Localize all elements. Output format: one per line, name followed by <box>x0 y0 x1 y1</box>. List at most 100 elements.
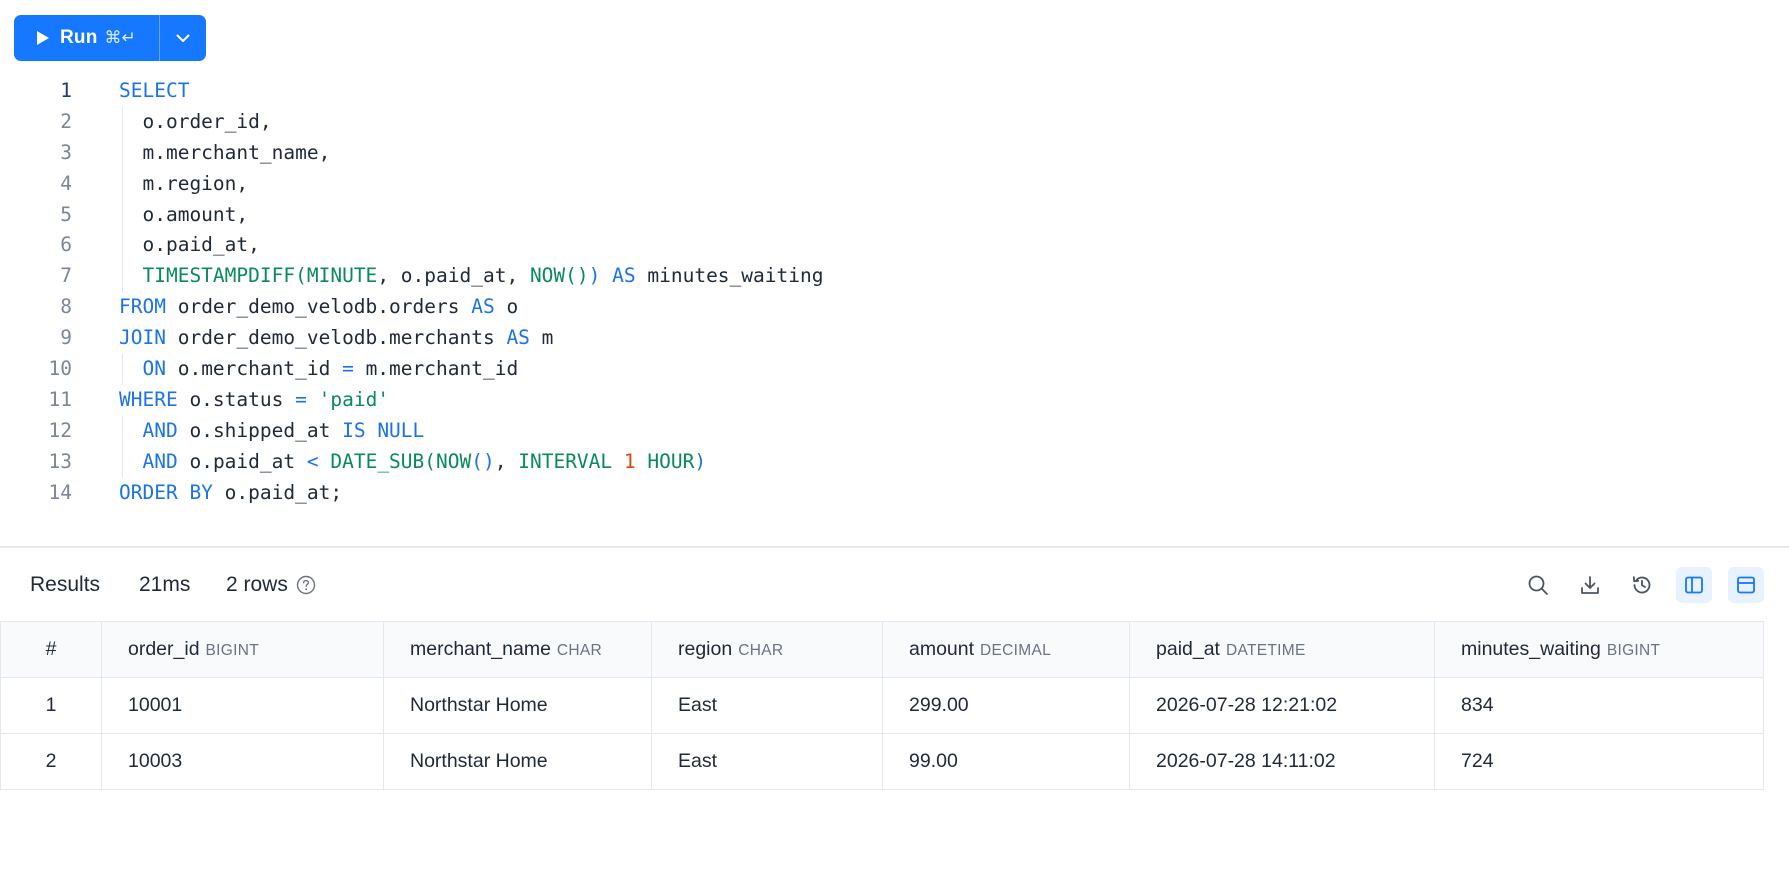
code-line[interactable]: 8 FROM order_demo_velodb.orders AS o <box>0 292 1789 323</box>
column-name: # <box>45 638 57 660</box>
code-line[interactable]: 2 o.order_id, <box>0 106 1789 138</box>
code-token: MINUTE <box>306 264 378 288</box>
code-token: NOW <box>436 449 472 473</box>
code-line[interactable]: 12 AND o.shipped_at IS NULL <box>0 415 1789 447</box>
column-type: BIGINT <box>205 642 260 659</box>
query-history-button[interactable] <box>1624 567 1660 603</box>
table-cell[interactable]: 10003 <box>101 733 384 790</box>
line-number: 4 <box>60 171 72 195</box>
code-line[interactable]: 13 AND o.paid_at < DATE_SUB(NOW(), INTER… <box>0 446 1789 478</box>
code-token: ON <box>142 357 166 381</box>
column-header-minutes-waiting[interactable]: minutes_waiting BIGINT <box>1434 621 1764 678</box>
code-text: o.amount, <box>119 200 248 231</box>
column-name: paid_at <box>1156 638 1220 660</box>
query-duration: 21ms <box>139 573 191 596</box>
run-shortcut: ⌘↵ <box>104 28 136 47</box>
table-cell[interactable]: Northstar Home <box>383 733 652 790</box>
code-token: m <box>529 326 554 350</box>
code-line[interactable]: 7 TIMESTAMPDIFF(MINUTE, o.paid_at, NOW()… <box>0 261 1789 293</box>
table-cell[interactable]: East <box>651 733 883 790</box>
columns-layout-icon <box>1685 576 1703 594</box>
code-token: DATE_SUB( <box>330 449 437 473</box>
code-token: order_demo_velodb.merchants <box>165 326 507 350</box>
sql-editor[interactable]: 1 SELECT 2 o.order_id, 3 m.merchant_name, 4 … <box>0 76 1789 508</box>
table-cell[interactable]: 724 <box>1434 733 1764 790</box>
run-options-dropdown[interactable] <box>160 15 206 61</box>
code-text: ORDER BY o.paid_at; <box>119 478 342 509</box>
download-results-button[interactable] <box>1572 567 1608 603</box>
code-token: o.paid_at, <box>119 233 260 257</box>
code-token: = <box>295 387 307 411</box>
table-row[interactable]: 1 10001 Northstar Home East 299.00 2026-… <box>0 677 1764 734</box>
table-cell[interactable]: 299.00 <box>882 677 1130 734</box>
code-token: o.order_id, <box>119 109 272 133</box>
run-button[interactable]: Run ⌘↵ <box>14 15 159 61</box>
line-number: 9 <box>60 326 72 350</box>
column-header-merchant-name[interactable]: merchant_name CHAR <box>383 621 652 678</box>
code-line[interactable]: 9 JOIN order_demo_velodb.merchants AS m <box>0 323 1789 354</box>
code-line[interactable]: 10 ON o.merchant_id = m.merchant_id <box>0 354 1789 385</box>
code-token: , o.paid_at, <box>377 264 530 288</box>
play-icon <box>37 31 49 45</box>
code-line[interactable]: 1 SELECT <box>0 76 1789 107</box>
code-line[interactable]: 6 o.paid_at, <box>0 230 1789 262</box>
column-type: DATETIME <box>1225 642 1306 659</box>
column-name: region <box>678 638 733 660</box>
table-row[interactable]: 2 10003 Northstar Home East 99.00 2026-0… <box>0 733 1764 790</box>
code-line[interactable]: 14 ORDER BY o.paid_at; <box>0 478 1789 509</box>
code-token: AS <box>471 295 495 319</box>
search-results-button[interactable] <box>1520 567 1556 603</box>
table-cell[interactable]: 834 <box>1434 677 1764 734</box>
code-token: INTERVAL <box>518 449 613 473</box>
code-token: IS NULL <box>342 418 425 442</box>
code-token: o.amount, <box>119 202 249 226</box>
line-number: 8 <box>60 295 72 319</box>
line-number: 7 <box>60 264 72 288</box>
column-header-order-id[interactable]: order_id BIGINT <box>101 621 384 678</box>
code-text: SELECT <box>119 76 189 107</box>
columns-layout-button[interactable] <box>1676 567 1712 603</box>
code-token: HOUR <box>647 449 695 473</box>
column-header-index[interactable]: # <box>0 621 102 678</box>
rows-layout-button[interactable] <box>1728 567 1764 603</box>
results-table: # order_id BIGINT merchant_name CHAR regio… <box>0 621 1764 790</box>
line-number: 5 <box>60 202 72 226</box>
table-cell[interactable]: 10001 <box>101 677 384 734</box>
column-type: CHAR <box>556 642 603 659</box>
code-token: 'paid' <box>318 387 390 411</box>
code-token: o.paid_at <box>177 449 307 473</box>
code-line[interactable]: 5 o.amount, <box>0 199 1789 231</box>
code-line[interactable]: 11 WHERE o.status = 'paid' <box>0 385 1789 416</box>
column-name: minutes_waiting <box>1461 638 1601 660</box>
table-cell[interactable]: Northstar Home <box>383 677 652 734</box>
code-line[interactable]: 4 m.region, <box>0 168 1789 200</box>
code-token: TIMESTAMPDIFF( <box>142 264 307 288</box>
chevron-down-icon <box>176 34 190 42</box>
search-icon <box>1528 575 1548 595</box>
code-token: AND <box>142 449 178 473</box>
table-cell[interactable]: 2026-07-28 12:21:02 <box>1129 677 1435 734</box>
code-token: NOW() <box>529 264 589 288</box>
code-text: m.region, <box>119 169 248 200</box>
code-text: AND o.paid_at < DATE_SUB(NOW(), INTERVAL… <box>119 447 706 478</box>
table-cell[interactable]: 1 <box>0 677 102 734</box>
table-cell[interactable]: 99.00 <box>882 733 1130 790</box>
code-token: 1 <box>623 449 636 473</box>
column-header-paid-at[interactable]: paid_at DATETIME <box>1129 621 1435 678</box>
section-divider <box>0 546 1789 548</box>
table-cell[interactable]: 2026-07-28 14:11:02 <box>1129 733 1435 790</box>
help-icon[interactable] <box>296 575 316 595</box>
row-count: 2 rows <box>226 573 316 597</box>
column-header-amount[interactable]: amount DECIMAL <box>882 621 1130 678</box>
table-cell[interactable]: East <box>651 677 883 734</box>
code-line[interactable]: 3 m.merchant_name, <box>0 137 1789 169</box>
table-cell[interactable]: 2 <box>0 733 102 790</box>
code-token: SELECT <box>119 79 190 102</box>
column-header-region[interactable]: region CHAR <box>651 621 883 678</box>
code-token: order_demo_velodb.orders <box>165 295 472 319</box>
